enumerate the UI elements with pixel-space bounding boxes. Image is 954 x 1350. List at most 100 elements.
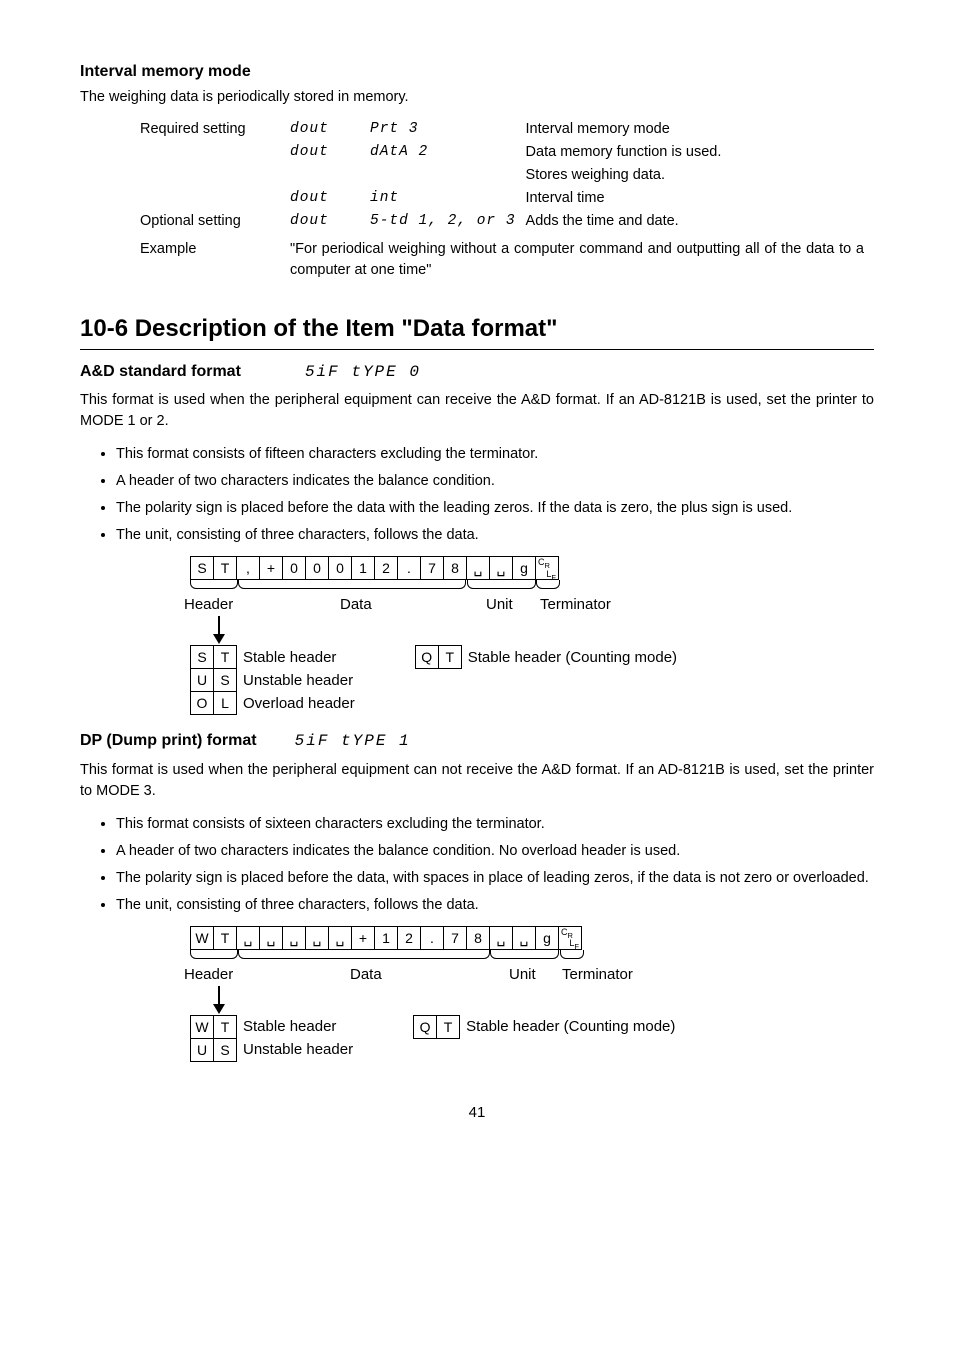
dp-qt-group: Q T Stable header (Counting mode) — [413, 1016, 675, 1039]
cell: . — [420, 926, 444, 950]
hcell: O — [190, 691, 214, 715]
page-number: 41 — [80, 1102, 874, 1124]
label-header: Header — [184, 964, 233, 986]
ad-qt-group: Q T Stable header (Counting mode) — [415, 646, 677, 669]
hcell: T — [436, 1015, 460, 1039]
row-seg2 — [370, 164, 526, 187]
dp-diagram: W T ␣ ␣ ␣ ␣ ␣ + 1 2 . 7 8 ␣ ␣ g CRLF Hea… — [190, 926, 874, 1062]
cell: 0 — [328, 556, 352, 580]
row-desc: Data memory function is used. — [526, 141, 874, 164]
rule — [80, 349, 874, 350]
bullet: The unit, consisting of three characters… — [116, 523, 874, 546]
row-seg1: dout — [290, 187, 370, 210]
labels-row: Header Data Unit Terminator — [190, 594, 874, 614]
hcell: U — [190, 1038, 214, 1062]
row-desc: Adds the time and date. — [526, 210, 874, 233]
ad-bullets: This format consists of fifteen characte… — [80, 442, 874, 546]
cell: 7 — [420, 556, 444, 580]
cell: S — [190, 556, 214, 580]
hdesc: Overload header — [243, 693, 355, 715]
label-terminator: Terminator — [562, 964, 633, 986]
dp-format-heading: DP (Dump print) format — [80, 729, 257, 752]
row-seg2: 5-td 1, 2, or 3 — [370, 210, 526, 233]
labels-row: Header Data Unit Terminator — [190, 964, 874, 984]
label-data: Data — [350, 964, 382, 986]
row-seg2: int — [370, 187, 526, 210]
hcell: Q — [415, 645, 439, 669]
cell: ␣ — [259, 926, 283, 950]
row-seg1: dout — [290, 141, 370, 164]
example-label: Example — [140, 233, 290, 282]
cell: ␣ — [305, 926, 329, 950]
hcell: Q — [413, 1015, 437, 1039]
cell: 1 — [351, 556, 375, 580]
hcell: T — [213, 645, 237, 669]
row-desc: Stores weighing data. — [526, 164, 874, 187]
bullet: The polarity sign is placed before the d… — [116, 496, 874, 519]
cell: ␣ — [328, 926, 352, 950]
cell: ␣ — [466, 556, 490, 580]
ad-format-heading: A&D standard format — [80, 360, 241, 383]
label-terminator: Terminator — [540, 594, 611, 616]
ad-cells: S T , + 0 0 0 1 2 . 7 8 ␣ ␣ g CRLF — [190, 556, 874, 580]
bullet: The unit, consisting of three characters… — [116, 893, 874, 916]
label-data: Data — [340, 594, 372, 616]
brace-row — [190, 580, 874, 594]
row-label — [140, 141, 290, 164]
bullet: A header of two characters indicates the… — [116, 469, 874, 492]
label-unit: Unit — [486, 594, 513, 616]
interval-heading: Interval memory mode — [80, 60, 874, 83]
cell: T — [213, 556, 237, 580]
label-unit: Unit — [509, 964, 536, 986]
brace-row — [190, 950, 874, 964]
ad-diagram: S T , + 0 0 0 1 2 . 7 8 ␣ ␣ g CRLF Heade… — [190, 556, 874, 715]
cell: , — [236, 556, 260, 580]
cell: 2 — [374, 556, 398, 580]
bullet: The polarity sign is placed before the d… — [116, 866, 874, 889]
cell-terminator: CRLF — [558, 926, 582, 950]
hcell: T — [438, 645, 462, 669]
cell: ␣ — [236, 926, 260, 950]
hdesc: Unstable header — [243, 670, 353, 692]
hdesc: Stable header (Counting mode) — [466, 1016, 675, 1038]
cell: ␣ — [512, 926, 536, 950]
cell: g — [535, 926, 559, 950]
dp-bullets: This format consists of sixteen characte… — [80, 812, 874, 916]
bullet: A header of two characters indicates the… — [116, 839, 874, 862]
hcell: S — [190, 645, 214, 669]
bullet: This format consists of sixteen characte… — [116, 812, 874, 835]
row-seg1: dout — [290, 210, 370, 233]
label-header: Header — [184, 594, 233, 616]
hcell: L — [213, 691, 237, 715]
row-label: Optional setting — [140, 210, 290, 233]
main-heading: 10-6 Description of the Item "Data forma… — [80, 312, 874, 347]
cell-terminator: CRLF — [535, 556, 559, 580]
row-label — [140, 187, 290, 210]
interval-intro: The weighing data is periodically stored… — [80, 87, 874, 108]
ad-format-para: This format is used when the peripheral … — [80, 390, 874, 432]
cell: + — [259, 556, 283, 580]
row-seg2: Prt 3 — [370, 118, 526, 141]
cell: T — [213, 926, 237, 950]
row-seg1 — [290, 164, 370, 187]
cell: 2 — [397, 926, 421, 950]
cell: ␣ — [489, 556, 513, 580]
hcell: T — [213, 1015, 237, 1039]
row-seg1: dout — [290, 118, 370, 141]
cell: W — [190, 926, 214, 950]
hdesc: Stable header — [243, 647, 336, 669]
cell: . — [397, 556, 421, 580]
cell: 7 — [443, 926, 467, 950]
cell: 8 — [443, 556, 467, 580]
hcell: S — [213, 1038, 237, 1062]
hdesc: Stable header (Counting mode) — [468, 647, 677, 669]
row-label: Required setting — [140, 118, 290, 141]
cell: ␣ — [282, 926, 306, 950]
cell: + — [351, 926, 375, 950]
cell: g — [512, 556, 536, 580]
cell: 0 — [305, 556, 329, 580]
cell: 1 — [374, 926, 398, 950]
ad-format-seg: 5iF tYPE 0 — [305, 363, 421, 381]
hdesc: Stable header — [243, 1016, 336, 1038]
ad-header-table: S T Stable header U S Unstable header O … — [190, 646, 355, 715]
